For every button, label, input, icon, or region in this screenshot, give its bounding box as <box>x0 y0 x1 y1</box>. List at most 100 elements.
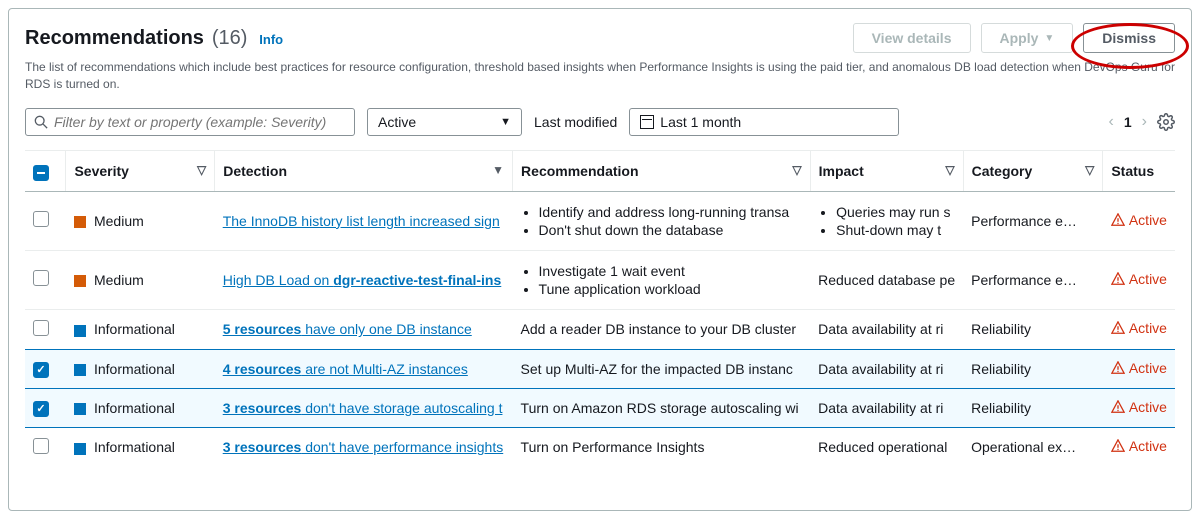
filter-input[interactable] <box>54 114 346 130</box>
caret-down-icon: ▼ <box>1044 33 1054 44</box>
calendar-icon <box>640 115 654 129</box>
row-checkbox[interactable] <box>33 320 49 336</box>
detection-cell: 4 resources are not Multi-AZ instances <box>215 349 513 388</box>
detection-cell: 3 resources don't have storage autoscali… <box>215 388 513 427</box>
col-severity[interactable]: Severity▽ <box>66 150 215 191</box>
severity-badge <box>74 403 86 415</box>
prev-page-button[interactable]: ‹ <box>1109 113 1114 131</box>
impact-cell: Queries may run sShut-down may t <box>810 191 963 250</box>
row-checkbox[interactable] <box>33 438 49 454</box>
panel-header: Recommendations (16) Info View details A… <box>25 23 1175 53</box>
status-badge: Active <box>1111 360 1167 376</box>
info-link[interactable]: Info <box>259 32 283 47</box>
detection-link[interactable]: The InnoDB history list length increased… <box>223 213 500 229</box>
row-checkbox[interactable] <box>33 362 49 378</box>
recommendation-cell: Add a reader DB instance to your DB clus… <box>513 309 811 349</box>
settings-icon[interactable] <box>1157 113 1175 131</box>
severity-badge <box>74 443 86 455</box>
table-row: Informational 3 resources don't have perf… <box>25 427 1175 467</box>
select-all-checkbox[interactable] <box>33 165 49 181</box>
category-cell: Performance e… <box>963 250 1103 309</box>
sort-icon: ▽ <box>945 163 954 177</box>
col-impact[interactable]: Impact▽ <box>810 150 963 191</box>
col-category[interactable]: Category▽ <box>963 150 1103 191</box>
recommendation-count: (16) <box>212 27 248 49</box>
category-cell: Operational ex… <box>963 427 1103 467</box>
table-row: Medium The InnoDB history list length inc… <box>25 191 1175 250</box>
severity-cell: Informational <box>66 427 215 467</box>
severity-cell: Informational <box>66 309 215 349</box>
dismiss-button[interactable]: Dismiss <box>1083 23 1175 53</box>
detection-link[interactable]: 3 resources don't have storage autoscali… <box>223 400 503 416</box>
range-label: Last modified <box>534 114 617 130</box>
impact-cell: Data availability at ri <box>810 349 963 388</box>
severity-badge <box>74 364 86 376</box>
table-header-row: Severity▽ Detection▼ Recommendation▽ Imp… <box>25 150 1175 191</box>
category-cell: Reliability <box>963 349 1103 388</box>
status-cell: Active <box>1103 309 1175 349</box>
apply-button[interactable]: Apply ▼ <box>981 23 1074 53</box>
filter-input-wrapper[interactable] <box>25 108 355 136</box>
status-filter-select[interactable]: Active ▼ <box>367 108 522 136</box>
status-cell: Active <box>1103 427 1175 467</box>
table-row: Informational 5 resources have only one D… <box>25 309 1175 349</box>
col-detection[interactable]: Detection▼ <box>215 150 513 191</box>
table-row: Informational 4 resources are not Multi-A… <box>25 349 1175 388</box>
detection-cell: 3 resources don't have performance insig… <box>215 427 513 467</box>
impact-cell: Reduced database pe <box>810 250 963 309</box>
col-recommendation[interactable]: Recommendation▽ <box>513 150 811 191</box>
row-checkbox[interactable] <box>33 270 49 286</box>
sort-icon: ▽ <box>197 163 206 177</box>
table-row: Medium High DB Load on dgr-reactive-test-… <box>25 250 1175 309</box>
title-group: Recommendations (16) Info <box>25 27 283 50</box>
recommendation-cell: Set up Multi-AZ for the impacted DB inst… <box>513 349 811 388</box>
detection-link[interactable]: 3 resources don't have performance insig… <box>223 439 504 455</box>
category-cell: Reliability <box>963 388 1103 427</box>
date-range-select[interactable]: Last 1 month <box>629 108 899 136</box>
col-status[interactable]: Status <box>1103 150 1175 191</box>
caret-down-icon: ▼ <box>500 116 511 128</box>
severity-badge <box>74 216 86 228</box>
status-badge: Active <box>1111 438 1167 454</box>
search-icon <box>34 115 48 129</box>
status-cell: Active <box>1103 250 1175 309</box>
detection-cell: High DB Load on dgr-reactive-test-final-… <box>215 250 513 309</box>
row-checkbox[interactable] <box>33 401 49 417</box>
page-number: 1 <box>1124 114 1132 130</box>
table-row: Informational3 resources don't have stor… <box>25 388 1175 427</box>
status-badge: Active <box>1111 399 1167 415</box>
impact-cell: Data availability at ri <box>810 309 963 349</box>
status-cell: Active <box>1103 349 1175 388</box>
recommendation-cell: Identify and address long-running transa… <box>513 191 811 250</box>
status-cell: Active <box>1103 191 1175 250</box>
action-buttons: View details Apply ▼ Dismiss <box>853 23 1175 53</box>
category-cell: Performance e… <box>963 191 1103 250</box>
detection-link[interactable]: 5 resources have only one DB instance <box>223 321 472 337</box>
sort-icon: ▽ <box>1085 163 1094 177</box>
status-cell: Active <box>1103 388 1175 427</box>
view-details-button[interactable]: View details <box>853 23 971 53</box>
detection-cell: 5 resources have only one DB instance <box>215 309 513 349</box>
sort-icon: ▼ <box>492 163 504 177</box>
filter-bar: Active ▼ Last modified Last 1 month ‹ 1 … <box>25 108 1175 136</box>
recommendation-cell: Turn on Performance Insights <box>513 427 811 467</box>
severity-badge <box>74 325 86 337</box>
sort-icon: ▽ <box>792 163 801 177</box>
detection-cell: The InnoDB history list length increased… <box>215 191 513 250</box>
row-checkbox[interactable] <box>33 211 49 227</box>
category-cell: Reliability <box>963 309 1103 349</box>
impact-cell: Reduced operational <box>810 427 963 467</box>
severity-cell: Medium <box>66 250 215 309</box>
detection-link[interactable]: 4 resources are not Multi-AZ instances <box>223 361 468 377</box>
recommendations-table: Severity▽ Detection▼ Recommendation▽ Imp… <box>25 150 1175 467</box>
panel-description: The list of recommendations which includ… <box>25 59 1175 94</box>
severity-cell: Medium <box>66 191 215 250</box>
detection-link[interactable]: High DB Load on dgr-reactive-test-final-… <box>223 272 502 288</box>
next-page-button[interactable]: › <box>1142 113 1147 131</box>
pagination: ‹ 1 › <box>1109 113 1175 131</box>
severity-cell: Informational <box>66 349 215 388</box>
apply-label: Apply <box>1000 30 1039 46</box>
recommendation-cell: Investigate 1 wait eventTune application… <box>513 250 811 309</box>
status-badge: Active <box>1111 320 1167 336</box>
impact-cell: Data availability at ri <box>810 388 963 427</box>
